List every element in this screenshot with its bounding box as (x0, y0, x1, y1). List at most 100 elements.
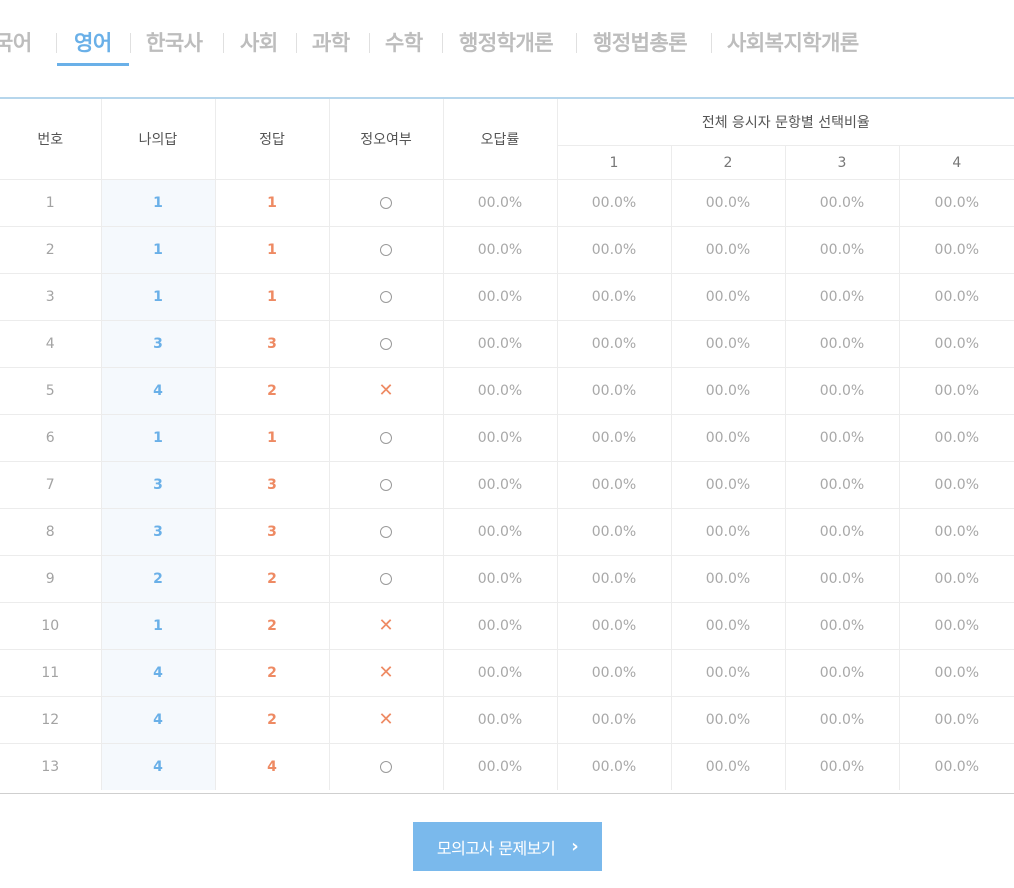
tab-divider (130, 33, 131, 53)
header-result: 정오여부 (329, 99, 444, 180)
cell-correct-answer: 3 (215, 508, 330, 556)
cell-choice-4-rate: 00.0% (899, 461, 1014, 509)
tab-divider (369, 33, 370, 53)
wrong-x-icon: ✕ (378, 615, 394, 636)
cell-number: 8 (0, 508, 102, 556)
table-row: 8 3 3 00.0% 00.0% 00.0% 00.0% 00.0% (0, 508, 1014, 556)
cell-result (329, 320, 444, 368)
wrong-x-icon: ✕ (378, 709, 394, 730)
cell-correct-answer: 1 (215, 414, 330, 462)
cell-choice-1-rate: 00.0% (557, 461, 672, 509)
cell-my-answer: 4 (101, 743, 216, 790)
correct-circle-icon (380, 479, 392, 491)
correct-circle-icon (380, 197, 392, 209)
cell-result: ✕ (329, 696, 444, 744)
cell-choice-4-rate: 00.0% (899, 367, 1014, 415)
header-choice-1: 1 (557, 145, 672, 180)
cell-correct-answer: 2 (215, 649, 330, 697)
cell-correct-answer: 3 (215, 461, 330, 509)
table-row: 4 3 3 00.0% 00.0% 00.0% 00.0% 00.0% (0, 320, 1014, 368)
cell-my-answer: 3 (101, 508, 216, 556)
cell-error-rate: 00.0% (443, 649, 558, 697)
cell-result: ✕ (329, 602, 444, 650)
tab-korean[interactable]: 국어 (0, 27, 32, 57)
tab-society[interactable]: 사회 (240, 27, 278, 57)
view-mock-exam-button[interactable]: 모의고사 문제보기 › (413, 822, 602, 871)
answer-table-container: 번호 나의답 정답 정오여부 오답률 전체 응시자 문항별 선택비율 1 2 3… (0, 97, 1014, 794)
cell-error-rate: 00.0% (443, 226, 558, 274)
tab-science[interactable]: 과학 (312, 27, 350, 57)
cell-choice-3-rate: 00.0% (785, 461, 900, 509)
cell-correct-answer: 2 (215, 367, 330, 415)
cell-error-rate: 00.0% (443, 555, 558, 603)
wrong-x-icon: ✕ (378, 662, 394, 683)
cell-number: 4 (0, 320, 102, 368)
cell-choice-2-rate: 00.0% (671, 649, 786, 697)
cell-choice-3-rate: 00.0% (785, 367, 900, 415)
cell-my-answer: 4 (101, 367, 216, 415)
cell-error-rate: 00.0% (443, 461, 558, 509)
tab-social-welfare[interactable]: 사회복지학개론 (727, 27, 859, 57)
cell-correct-answer: 2 (215, 555, 330, 603)
header-my-answer: 나의답 (101, 99, 216, 180)
cell-error-rate: 00.0% (443, 414, 558, 462)
subject-tabs: 국어 영어 한국사 사회 과학 수학 행정학개론 행정법총론 사회복지학개론 (0, 0, 1014, 70)
cell-choice-2-rate: 00.0% (671, 179, 786, 227)
cell-choice-3-rate: 00.0% (785, 273, 900, 321)
cell-my-answer: 3 (101, 461, 216, 509)
cell-choice-4-rate: 00.0% (899, 226, 1014, 274)
cell-choice-1-rate: 00.0% (557, 273, 672, 321)
tab-math[interactable]: 수학 (385, 27, 423, 57)
cell-result (329, 743, 444, 790)
table-row: 1 1 1 00.0% 00.0% 00.0% 00.0% 00.0% (0, 179, 1014, 227)
cell-choice-3-rate: 00.0% (785, 649, 900, 697)
correct-circle-icon (380, 526, 392, 538)
cell-result (329, 273, 444, 321)
tab-english[interactable]: 영어 (74, 27, 112, 57)
table-row: 7 3 3 00.0% 00.0% 00.0% 00.0% 00.0% (0, 461, 1014, 509)
cell-my-answer: 4 (101, 696, 216, 744)
cell-choice-2-rate: 00.0% (671, 696, 786, 744)
cell-choice-2-rate: 00.0% (671, 320, 786, 368)
header-choice-distribution: 전체 응시자 문항별 선택비율 (557, 99, 1014, 146)
cell-my-answer: 2 (101, 555, 216, 603)
cell-number: 1 (0, 179, 102, 227)
cell-number: 3 (0, 273, 102, 321)
cell-my-answer: 4 (101, 649, 216, 697)
cell-choice-2-rate: 00.0% (671, 602, 786, 650)
cell-choice-4-rate: 00.0% (934, 759, 980, 775)
cell-result (329, 226, 444, 274)
cell-correct-answer: 1 (215, 179, 330, 227)
cell-choice-3-rate: 00.0% (785, 320, 900, 368)
cell-error-rate: 00.0% (443, 508, 558, 556)
cell-choice-1-rate: 00.0% (557, 179, 672, 227)
table-row: 5 4 2 ✕ 00.0% 00.0% 00.0% 00.0% 00.0% (0, 367, 1014, 415)
cell-number: 2 (0, 226, 102, 274)
tab-divider (442, 33, 443, 53)
cell-choice-4-rate: 00.0% (899, 602, 1014, 650)
cell-correct-answer: 1 (215, 273, 330, 321)
header-choice-3: 3 (785, 145, 900, 180)
cell-choice-4-rate: 00.0% (899, 414, 1014, 462)
cell-choice-4-rate: 00.0% (899, 179, 1014, 227)
cell-choice-4-rate: 00.0% (899, 555, 1014, 603)
header-choice-2: 2 (671, 145, 786, 180)
cell-correct-answer: 1 (215, 226, 330, 274)
tab-divider (576, 33, 577, 53)
tab-korean-history[interactable]: 한국사 (146, 27, 203, 57)
cell-my-answer: 1 (101, 273, 216, 321)
cell-result: ✕ (329, 367, 444, 415)
answer-table-body: 1 1 1 00.0% 00.0% 00.0% 00.0% 00.0% 2 1 1 00.0% 00.0… (0, 179, 1014, 790)
cell-choice-2-rate: 00.0% (671, 273, 786, 321)
header-error-rate: 오답률 (443, 99, 558, 180)
table-row: 13 4 4 00.0% 00.0% 00.0% 00.0% 00.0% (0, 743, 1014, 790)
cell-choice-4-rate: 00.0% (899, 696, 1014, 744)
cell-choice-3-rate: 00.0% (785, 696, 900, 744)
cell-choice-3-rate: 00.0% (785, 743, 900, 790)
tab-administrative-law[interactable]: 행정법총론 (593, 27, 688, 57)
cell-choice-1-rate: 00.0% (557, 367, 672, 415)
cell-error-rate: 00.0% (443, 743, 558, 790)
header-choice-4: 4 (899, 145, 1014, 180)
tab-public-administration[interactable]: 행정학개론 (459, 27, 554, 57)
cell-choice-4-rate: 00.0% (899, 320, 1014, 368)
